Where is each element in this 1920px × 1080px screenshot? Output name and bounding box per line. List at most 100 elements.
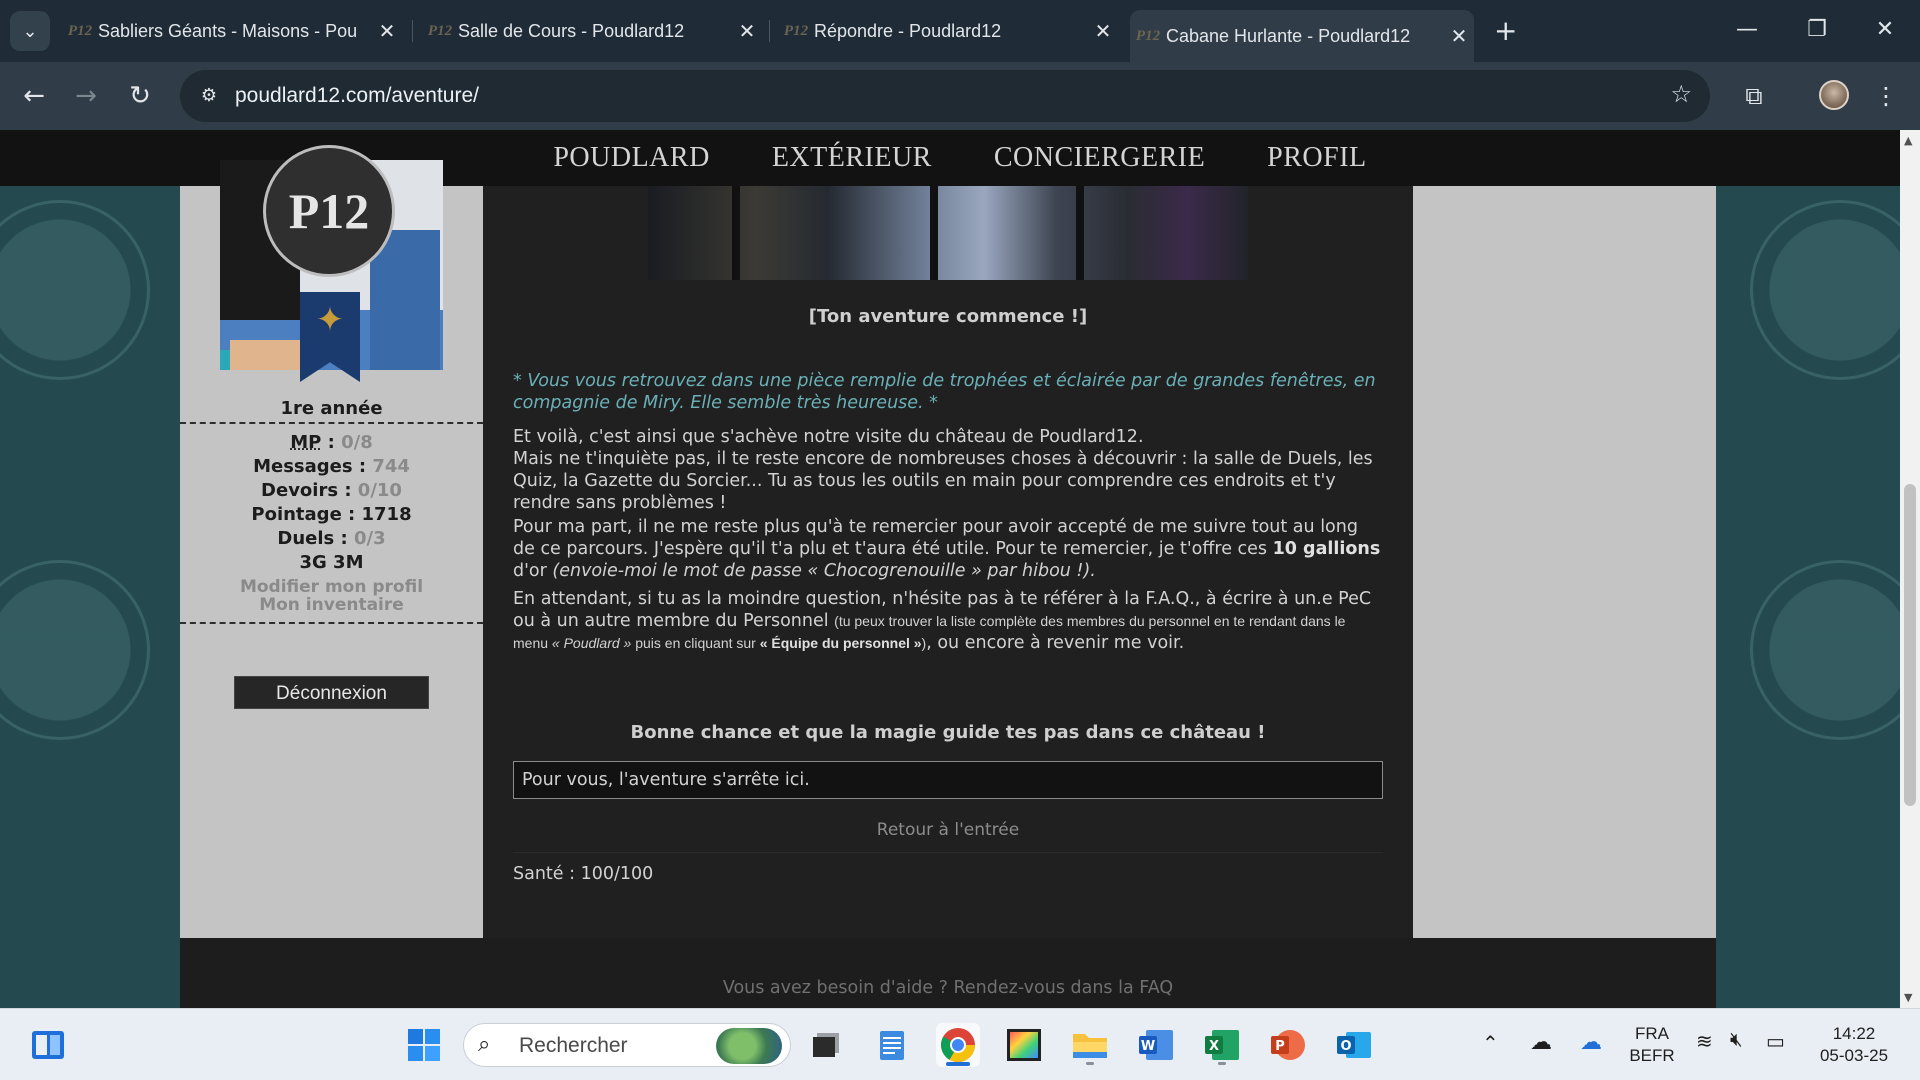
- reload-button[interactable]: ↻: [122, 78, 158, 114]
- page-scrollbar[interactable]: ▲ ▼: [1900, 130, 1920, 1008]
- address-bar[interactable]: ⚙ poudlard12.com/aventure/ ☆: [180, 70, 1710, 122]
- kebab-menu-icon: ⋮: [1874, 82, 1898, 110]
- inventory-link[interactable]: Mon inventaire: [180, 595, 483, 615]
- onedrive-business-icon[interactable]: ☁: [1580, 1029, 1602, 1055]
- url-text[interactable]: poudlard12.com/aventure/: [235, 70, 479, 122]
- word-button[interactable]: W: [1134, 1023, 1178, 1067]
- tab-title: Salle de Cours - Poudlard12: [458, 20, 685, 41]
- back-button[interactable]: ←: [16, 78, 52, 114]
- search-placeholder: Rechercher: [519, 1034, 628, 1057]
- chevron-down-icon: ⌄: [22, 20, 38, 42]
- widgets-button[interactable]: [26, 1023, 70, 1067]
- adventure-title: [Ton aventure commence !]: [808, 306, 1088, 327]
- background-ornament: [0, 200, 150, 380]
- language-switcher[interactable]: FRA BEFR: [1628, 1023, 1676, 1067]
- svg-text:W: W: [1141, 1039, 1155, 1054]
- close-icon[interactable]: ✕: [1088, 19, 1118, 44]
- tray-overflow-button[interactable]: ⌃: [1482, 1031, 1499, 1056]
- p12-favicon-icon: P12: [783, 22, 809, 39]
- stat-pointage: Pointage : 1718: [251, 504, 412, 525]
- tab-repondre[interactable]: P12 Répondre - Poudlard12 ✕: [778, 10, 1118, 52]
- outlook-icon: O: [1337, 1032, 1371, 1058]
- svg-text:P: P: [1275, 1039, 1285, 1054]
- new-tab-button[interactable]: +: [1494, 14, 1517, 47]
- paragraph-help: En attendant, si tu as la moindre questi…: [513, 589, 1372, 653]
- task-view-button[interactable]: [804, 1023, 848, 1067]
- extensions-button[interactable]: ⧉: [1736, 78, 1772, 114]
- profile-avatar[interactable]: [1819, 80, 1849, 110]
- health-status: Santé : 100/100: [513, 852, 1383, 884]
- volume-muted-icon[interactable]: 🔇︎: [1730, 1029, 1743, 1052]
- tab-title: Répondre - Poudlard12: [814, 20, 1002, 41]
- excel-button[interactable]: X: [1200, 1023, 1244, 1067]
- file-explorer-icon: [1073, 1034, 1107, 1058]
- notepad-icon: [880, 1031, 904, 1060]
- footer-help-link[interactable]: Vous avez besoin d'aide ? Rendez-vous da…: [180, 978, 1716, 998]
- tab-title: Cabane Hurlante - Poudlard12: [1166, 25, 1411, 46]
- windows-taskbar: ⌕ Rechercher W X P O ⌃ ☁ ☁ FRA BEFR ≋ 🔇︎…: [0, 1008, 1920, 1080]
- divider: [513, 852, 1383, 853]
- photos-button[interactable]: [1002, 1023, 1046, 1067]
- scrollbar-thumb[interactable]: [1904, 484, 1916, 806]
- year-label: 1re année: [280, 398, 383, 419]
- notepad-button[interactable]: [870, 1023, 914, 1067]
- reward-amount: 10 gallions: [1272, 539, 1381, 559]
- forward-button[interactable]: →: [68, 78, 104, 114]
- password-hint: (envoie-moi le mot de passe « Chocogreno…: [552, 561, 1096, 581]
- tab-salle-de-cours[interactable]: P12 Salle de Cours - Poudlard12 ✕: [422, 10, 762, 52]
- tab-strip: ⌄ P12 Sabliers Géants - Maisons - Pou ✕ …: [0, 0, 1920, 62]
- tab-title: Sabliers Géants - Maisons - Pou: [98, 20, 358, 41]
- arrow-left-icon: ←: [23, 81, 45, 111]
- wifi-icon[interactable]: ≋: [1696, 1029, 1713, 1054]
- back-to-entrance-link[interactable]: Retour à l'entrée: [483, 820, 1413, 840]
- scroll-up-icon[interactable]: ▲: [1904, 134, 1912, 147]
- chrome-button[interactable]: [936, 1023, 980, 1067]
- tune-icon[interactable]: ⚙: [194, 81, 224, 111]
- tab-cabane-hurlante[interactable]: P12 Cabane Hurlante - Poudlard12 ✕: [1130, 10, 1474, 62]
- adventure-banner-image: [648, 186, 1248, 280]
- nav-poudlard[interactable]: POUDLARD: [553, 142, 709, 174]
- p12-favicon-icon: P12: [427, 22, 453, 39]
- start-button[interactable]: [402, 1023, 446, 1067]
- nav-profil[interactable]: PROFIL: [1267, 142, 1366, 174]
- file-explorer-button[interactable]: [1068, 1023, 1112, 1067]
- page-viewport: POUDLARD EXTÉRIEUR CONCIERGERIE PROFIL P…: [0, 130, 1900, 1008]
- scroll-down-icon[interactable]: ▼: [1904, 991, 1912, 1004]
- tab-sabliers[interactable]: P12 Sabliers Géants - Maisons - Pou ✕: [62, 10, 402, 52]
- minimize-icon: —: [1736, 17, 1758, 42]
- edit-profile-link[interactable]: Modifier mon profil: [180, 577, 483, 597]
- close-icon[interactable]: ✕: [372, 19, 402, 44]
- battery-icon[interactable]: ▭: [1766, 1029, 1785, 1054]
- logout-button[interactable]: Déconnexion: [234, 676, 429, 709]
- close-window-button[interactable]: ✕: [1860, 10, 1910, 50]
- minimize-button[interactable]: —: [1722, 10, 1772, 50]
- nav-exterieur[interactable]: EXTÉRIEUR: [772, 142, 932, 174]
- widgets-icon: [32, 1031, 64, 1059]
- powerpoint-button[interactable]: P: [1266, 1023, 1310, 1067]
- star-icon[interactable]: ☆: [1670, 80, 1692, 108]
- excel-icon: X: [1205, 1030, 1239, 1060]
- onedrive-personal-icon[interactable]: ☁: [1530, 1029, 1552, 1055]
- task-view-icon: [813, 1033, 839, 1057]
- p12-favicon-icon: P12: [1135, 27, 1161, 44]
- tab-search-button[interactable]: ⌄: [10, 11, 50, 51]
- close-icon: ✕: [1875, 17, 1895, 42]
- adventure-end-box: Pour vous, l'aventure s'arrête ici.: [513, 761, 1383, 799]
- paragraph-conclusion: Et voilà, c'est ainsi que s'achève notre…: [513, 427, 1373, 513]
- clock[interactable]: 14:22 05-03-25: [1812, 1023, 1896, 1067]
- p12-logo[interactable]: P12: [263, 145, 395, 277]
- clock-time: 14:22: [1832, 1024, 1876, 1043]
- close-icon[interactable]: ✕: [1444, 24, 1474, 49]
- nav-conciergerie[interactable]: CONCIERGERIE: [994, 142, 1205, 174]
- search-icon: ⌕: [478, 1032, 491, 1057]
- paragraph-reward: Pour ma part, il ne me reste plus qu'à t…: [513, 517, 1381, 581]
- menu-button[interactable]: ⋮: [1868, 78, 1904, 114]
- reload-icon: ↻: [129, 81, 151, 111]
- stat-mp: MP : 0/8: [290, 432, 373, 453]
- close-icon[interactable]: ✕: [732, 19, 762, 44]
- outlook-button[interactable]: O: [1332, 1023, 1376, 1067]
- restore-button[interactable]: ❐: [1792, 10, 1842, 50]
- powerpoint-icon: P: [1271, 1030, 1305, 1060]
- taskbar-search[interactable]: ⌕ Rechercher: [463, 1023, 791, 1067]
- stat-devoirs: Devoirs : 0/10: [261, 480, 402, 501]
